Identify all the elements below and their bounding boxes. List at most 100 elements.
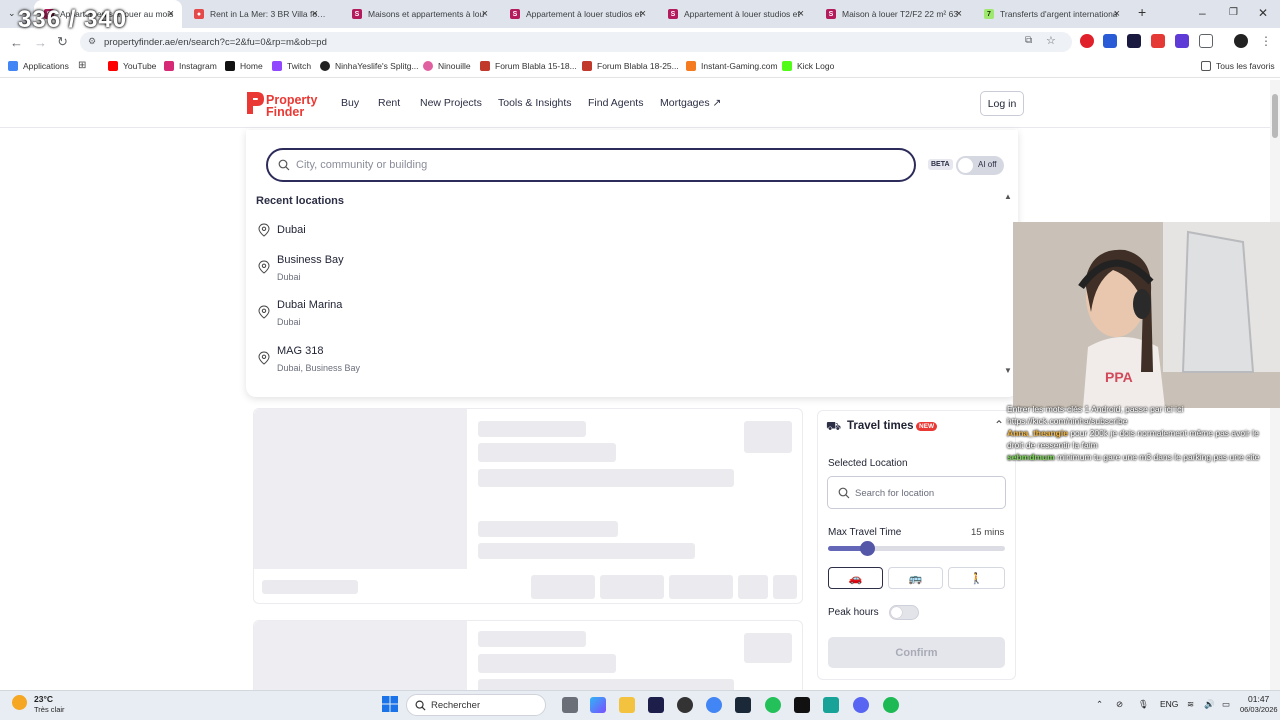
bookmark-home[interactable]: Home: [225, 61, 263, 71]
mode-walk-button[interactable]: 🚶: [948, 567, 1005, 589]
taskbar-search[interactable]: Rechercher: [406, 694, 546, 716]
bookmark-twitch[interactable]: Twitch: [272, 61, 311, 71]
reload-icon[interactable]: ↻: [57, 34, 68, 50]
travel-location-search[interactable]: Search for location: [827, 476, 1006, 509]
discord-icon[interactable]: [853, 697, 869, 713]
bookmark-forum-18-25[interactable]: Forum Blabla 18-25...: [582, 61, 679, 71]
tab-close-icon[interactable]: ×: [798, 8, 804, 20]
tab-close-icon[interactable]: ×: [482, 8, 488, 20]
site-info-icon[interactable]: ⚙: [88, 36, 96, 47]
tab-groups-icon[interactable]: ⊞: [78, 60, 86, 71]
window-close-icon[interactable]: ✕: [1258, 6, 1268, 20]
red-extension-icon[interactable]: [1151, 34, 1165, 48]
green-app-icon[interactable]: [765, 697, 781, 713]
profile-avatar[interactable]: [1234, 34, 1248, 48]
tiktok-icon[interactable]: [794, 697, 810, 713]
spotify-icon[interactable]: [883, 697, 899, 713]
task-view-icon[interactable]: [562, 697, 578, 713]
bookmark-instagram[interactable]: Instagram: [164, 61, 217, 71]
mode-car-button[interactable]: 🚗: [828, 567, 883, 589]
tab-close-icon[interactable]: ×: [640, 8, 646, 20]
bookmark-forum-15-18[interactable]: Forum Blabla 15-18...: [480, 61, 577, 71]
maximize-icon[interactable]: ❐: [1229, 7, 1238, 18]
page-scrollbar-thumb[interactable]: [1272, 94, 1278, 138]
windows-start-icon[interactable]: [382, 696, 398, 712]
copilot-icon[interactable]: [590, 697, 606, 713]
tray-overflow-icon[interactable]: ⌃: [1096, 699, 1103, 710]
bookmark-instant-gaming[interactable]: Instant-Gaming.com: [686, 61, 778, 71]
peak-hours-toggle[interactable]: [889, 605, 919, 620]
browser-tab[interactable]: S Maisons et appartements à lou ×: [342, 0, 496, 28]
tab-close-icon[interactable]: ×: [1114, 8, 1120, 20]
browser-tab[interactable]: 7 Transferts d'argent internationa ×: [974, 0, 1128, 28]
nav-tools-insights[interactable]: Tools & Insights: [498, 97, 572, 109]
skeleton-line: [478, 654, 616, 673]
recent-location-name: Dubai Marina: [277, 299, 343, 311]
bookmark-youtube[interactable]: YouTube: [108, 61, 156, 71]
location-search-input[interactable]: [296, 157, 896, 173]
collapse-chevron-icon[interactable]: ⌃: [994, 418, 1004, 432]
nav-new-projects[interactable]: New Projects: [420, 97, 482, 109]
volume-icon[interactable]: 🔊: [1204, 699, 1215, 710]
bookmark-applications[interactable]: Applications: [8, 61, 69, 71]
opera-extension-icon[interactable]: [1080, 34, 1094, 48]
confirm-button[interactable]: Confirm: [828, 637, 1005, 668]
browser-tab[interactable]: S Maison à louer T2/F2 22 m² 63 ×: [816, 0, 970, 28]
clock-date[interactable]: 06/03/2026: [1240, 705, 1278, 714]
tab-close-icon[interactable]: ×: [956, 8, 962, 20]
travel-time-slider-thumb[interactable]: [860, 541, 875, 556]
shield-extension-icon[interactable]: [1175, 34, 1189, 48]
location-search-box[interactable]: [266, 148, 916, 182]
extensions-puzzle-icon[interactable]: [1199, 34, 1213, 48]
minimize-icon[interactable]: –: [1199, 6, 1206, 20]
tab-close-icon[interactable]: ×: [168, 8, 174, 20]
new-tab-icon[interactable]: +: [1138, 4, 1146, 20]
language-indicator[interactable]: ENG: [1160, 699, 1178, 709]
premiere-pro-icon[interactable]: [648, 697, 664, 713]
obs-icon[interactable]: [677, 697, 693, 713]
browser-menu-icon[interactable]: ⋮: [1260, 34, 1272, 48]
weather-temp[interactable]: 23°C: [34, 694, 53, 704]
mode-transit-button[interactable]: 🚌: [888, 567, 943, 589]
chrome-icon[interactable]: [706, 697, 722, 713]
bookmark-label: Twitch: [287, 61, 312, 71]
dark-extension-icon[interactable]: [1127, 34, 1141, 48]
scroll-down-arrow-icon[interactable]: ▼: [1004, 366, 1012, 375]
tab-search-icon[interactable]: ⌄: [8, 8, 16, 19]
tab-close-icon[interactable]: ×: [312, 8, 318, 20]
browser-tab[interactable]: ● Rent in La Mer: 3 BR Villa for Re ×: [184, 0, 326, 28]
all-favorites[interactable]: Tous les favoris: [1201, 61, 1275, 71]
battery-icon[interactable]: ▭: [1222, 699, 1230, 710]
login-button[interactable]: Log in: [980, 91, 1024, 116]
browser-tab[interactable]: S Appartement à louer studios et ×: [658, 0, 812, 28]
chat-text: Entrer les mots-clés 1 Android, passe pa…: [1007, 404, 1184, 414]
forward-icon[interactable]: →: [34, 35, 47, 50]
site-logo-text[interactable]: Property Finder: [266, 94, 317, 119]
install-app-icon[interactable]: ⧉: [1025, 35, 1032, 46]
clock-time[interactable]: 01:47: [1248, 694, 1269, 704]
tab-favicon-icon: 7: [984, 9, 994, 19]
steam-icon[interactable]: [735, 697, 751, 713]
property-finder-logo-icon[interactable]: [245, 90, 265, 116]
weather-sun-icon[interactable]: [12, 695, 27, 710]
scroll-up-arrow-icon[interactable]: ▲: [1004, 192, 1012, 201]
bookmark-kick[interactable]: Kick Logo: [782, 61, 834, 71]
wifi-icon[interactable]: ≋: [1187, 699, 1194, 710]
voice-extension-icon[interactable]: [1103, 34, 1117, 48]
bookmark-splitgate[interactable]: NinhaYeslife's Splitg...: [320, 61, 419, 71]
streamlabs-icon[interactable]: [823, 697, 839, 713]
splitgate-icon: [320, 61, 330, 71]
tray-network-off-icon[interactable]: ⊘: [1116, 699, 1123, 710]
nav-find-agents[interactable]: Find Agents: [588, 97, 643, 109]
browser-tab[interactable]: S Appartement à louer studios et ×: [500, 0, 654, 28]
file-explorer-icon[interactable]: [619, 697, 635, 713]
url-text[interactable]: propertyfinder.ae/en/search?c=2&fu=0&rp=…: [104, 37, 327, 48]
back-icon[interactable]: ←: [10, 35, 23, 50]
nav-rent[interactable]: Rent: [378, 97, 400, 109]
microphone-icon[interactable]: 🎙: [1138, 699, 1149, 710]
ai-search-toggle[interactable]: AI off: [956, 156, 1004, 175]
bookmark-ninouille[interactable]: Ninouille: [423, 61, 471, 71]
bookmark-star-icon[interactable]: ☆: [1046, 34, 1056, 47]
nav-buy[interactable]: Buy: [341, 97, 359, 109]
nav-mortgages[interactable]: Mortgages ↗: [660, 97, 721, 109]
